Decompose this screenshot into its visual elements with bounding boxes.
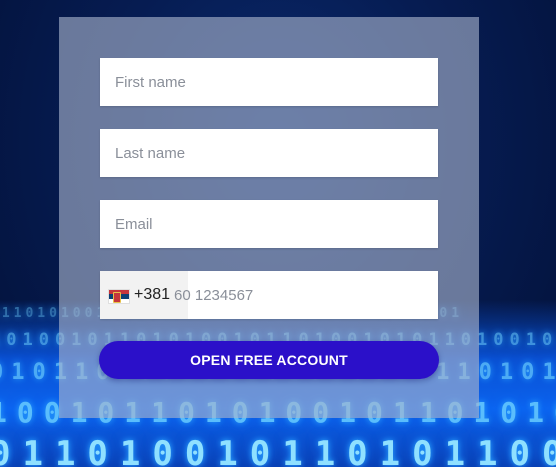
signup-form-panel: +381 OPEN FREE ACCOUNT <box>59 17 479 418</box>
binary-row: 0110100101101011001011 <box>0 434 556 467</box>
email-field[interactable] <box>100 200 438 248</box>
phone-number-field[interactable] <box>174 271 438 319</box>
open-free-account-button[interactable]: OPEN FREE ACCOUNT <box>99 341 439 379</box>
last-name-field[interactable] <box>100 129 438 177</box>
phone-field-group: +381 <box>100 271 438 319</box>
serbia-flag-icon <box>108 289 130 304</box>
dial-code: +381 <box>134 286 171 303</box>
first-name-field[interactable] <box>100 58 438 106</box>
